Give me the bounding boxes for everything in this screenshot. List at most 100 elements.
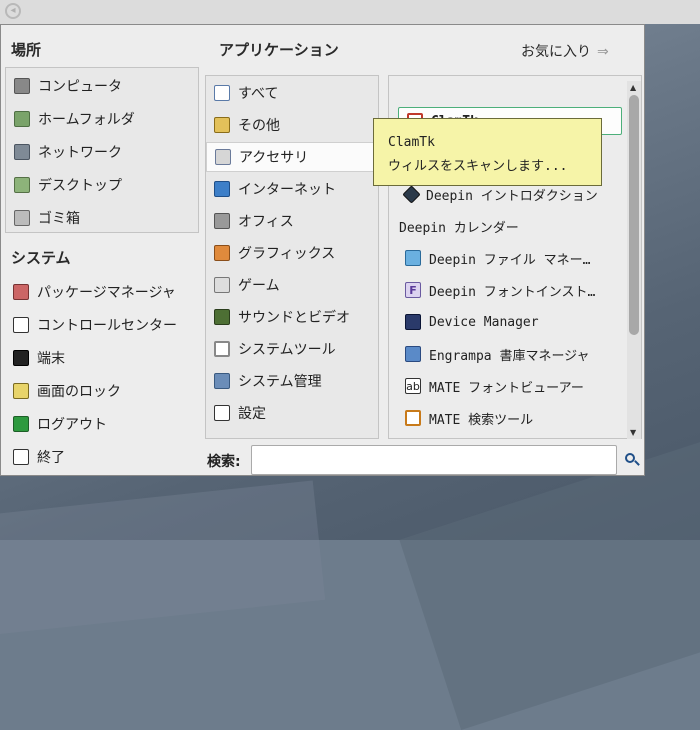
category-all[interactable]: すべて (206, 78, 378, 108)
place-item-trash[interactable]: ゴミ箱 (6, 203, 198, 233)
category-label: 設定 (238, 406, 266, 422)
category-label: システム管理 (238, 374, 322, 390)
graphics-icon (214, 245, 230, 261)
system-label: 画面のロック (37, 384, 121, 400)
terminal-icon (13, 350, 29, 366)
place-label: コンピュータ (38, 79, 122, 95)
other-icon (214, 117, 230, 133)
sound-video-icon (214, 309, 230, 325)
app-item-mate-font-viewer[interactable]: ab MATE フォントビューアー (397, 371, 625, 401)
computer-icon (14, 78, 30, 94)
places-title: 場所 (11, 41, 42, 59)
app-item-deepin-file-manager[interactable]: Deepin ファイル マネー… (397, 243, 625, 273)
place-item-desktop[interactable]: デスクトップ (6, 170, 198, 200)
system-label: パッケージマネージャ (37, 285, 176, 301)
scrollbar-thumb[interactable] (629, 95, 639, 335)
system-admin-icon (214, 373, 230, 389)
category-label: インターネット (238, 182, 336, 198)
app-item-deepin-calendar[interactable]: Deepin カレンダー (397, 211, 625, 241)
games-icon (214, 277, 230, 293)
shutdown-icon (13, 449, 29, 465)
tooltip-description: ウィルスをスキャンします... (388, 159, 568, 174)
device-manager-icon (405, 314, 421, 330)
system-item-lock-screen[interactable]: 画面のロック (5, 376, 199, 406)
search-icon[interactable] (624, 452, 640, 468)
home-folder-icon (14, 111, 30, 127)
app-label: MATE 検索ツール (429, 412, 534, 428)
deepin-font-installer-icon: F (405, 282, 421, 298)
system-item-shutdown[interactable]: 終了 (5, 442, 199, 472)
category-label: アクセサリ (239, 150, 309, 166)
tooltip-title: ClamTk (388, 135, 435, 150)
logout-icon (13, 416, 29, 432)
scroll-up-icon[interactable]: ▲ (630, 83, 636, 92)
category-system-tools[interactable]: システムツール (206, 334, 378, 364)
place-label: デスクトップ (38, 178, 122, 194)
app-item-device-manager[interactable]: Device Manager (397, 307, 625, 337)
system-item-package-manager[interactable]: パッケージマネージャ (5, 277, 199, 307)
package-manager-icon (13, 284, 29, 300)
app-label: Device Manager (429, 314, 539, 330)
category-other[interactable]: その他 (206, 110, 378, 140)
wallpaper-shape (0, 480, 326, 640)
menu-back-icon[interactable]: ◂ (5, 3, 21, 19)
app-item-mate-search-tool[interactable]: MATE 検索ツール (397, 403, 625, 433)
system-item-control-center[interactable]: コントロールセンター (5, 310, 199, 340)
app-label: Deepin フォントインスト… (429, 284, 596, 300)
place-label: ネットワーク (38, 145, 122, 161)
category-settings[interactable]: 設定 (206, 398, 378, 428)
settings-icon (214, 405, 230, 421)
application-menu: 場所 コンピュータ ホームフォルダ ネットワーク デスクトップ ゴミ箱 システム… (0, 24, 645, 476)
category-graphics[interactable]: グラフィックス (206, 238, 378, 268)
place-item-network[interactable]: ネットワーク (6, 137, 198, 167)
deepin-intro-icon (402, 184, 421, 204)
place-item-computer[interactable]: コンピュータ (6, 71, 198, 101)
app-item-engrampa[interactable]: Engrampa 書庫マネージャ (397, 339, 625, 369)
category-internet[interactable]: インターネット (206, 174, 378, 204)
category-label: その他 (238, 118, 280, 134)
favorites-arrow-icon: ⇒ (597, 44, 609, 60)
search-label: 検索: (207, 454, 241, 470)
system-item-logout[interactable]: ログアウト (5, 409, 199, 439)
app-item-deepin-font-installer[interactable]: F Deepin フォントインスト… (397, 275, 625, 305)
app-label: Engrampa 書庫マネージャ (429, 348, 590, 364)
category-sound-video[interactable]: サウンドとビデオ (206, 302, 378, 332)
system-tools-icon (214, 341, 230, 357)
places-list: コンピュータ ホームフォルダ ネットワーク デスクトップ ゴミ箱 (5, 67, 199, 233)
system-label: 終了 (37, 450, 65, 466)
deepin-file-manager-icon (405, 250, 421, 266)
place-label: ゴミ箱 (38, 211, 80, 227)
all-apps-icon (214, 85, 230, 101)
office-icon (214, 213, 230, 229)
network-icon (14, 144, 30, 160)
place-item-home[interactable]: ホームフォルダ (6, 104, 198, 134)
app-tooltip: ClamTk ウィルスをスキャンします... (373, 118, 602, 186)
app-label: Deepin イントロダクション (426, 188, 598, 204)
category-accessories[interactable]: アクセサリ (206, 142, 378, 172)
system-label: 端末 (37, 351, 65, 367)
category-list: すべて その他 アクセサリ インターネット オフィス グラフィックス ゲーム サ… (205, 75, 379, 439)
mate-search-tool-icon (405, 410, 421, 426)
category-label: オフィス (238, 214, 294, 230)
system-item-terminal[interactable]: 端末 (5, 343, 199, 373)
category-label: グラフィックス (238, 246, 336, 262)
app-list-scrollbar[interactable]: ▲ ▼ (627, 81, 641, 439)
system-label: ログアウト (37, 417, 107, 433)
applications-title: アプリケーション (219, 41, 339, 59)
engrampa-icon (405, 346, 421, 362)
lock-screen-icon (13, 383, 29, 399)
mate-font-viewer-icon: ab (405, 378, 421, 394)
favorites-link[interactable]: お気に入り ⇒ (521, 41, 609, 61)
app-label: MATE フォントビューアー (429, 380, 584, 396)
app-label: Deepin ファイル マネー… (429, 252, 591, 268)
category-office[interactable]: オフィス (206, 206, 378, 236)
control-center-icon (13, 317, 29, 333)
category-system-admin[interactable]: システム管理 (206, 366, 378, 396)
search-input[interactable] (251, 445, 617, 475)
system-title: システム (11, 249, 71, 267)
trash-icon (14, 210, 30, 226)
scroll-down-icon[interactable]: ▼ (630, 428, 636, 437)
category-games[interactable]: ゲーム (206, 270, 378, 300)
accessories-icon (215, 149, 231, 165)
favorites-label: お気に入り (521, 44, 591, 60)
